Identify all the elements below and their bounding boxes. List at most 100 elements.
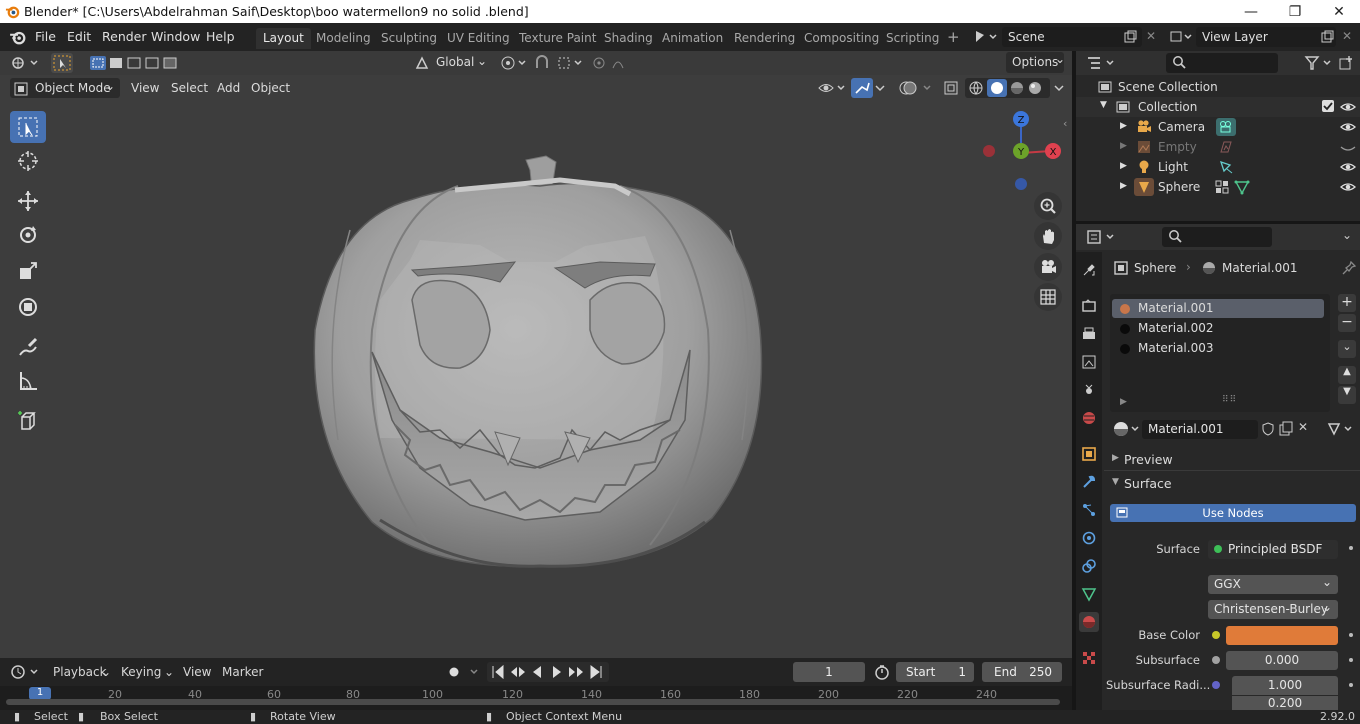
transform-orientation-dropdown[interactable]: Global (436, 55, 474, 69)
subsurface-method-dropdown[interactable]: Christensen-Burley ⌄ (1208, 600, 1338, 619)
menu-window[interactable]: Window (151, 29, 200, 44)
move-slot-up-icon[interactable]: ▲ (1338, 366, 1356, 384)
stopwatch-icon[interactable] (874, 664, 890, 680)
selection-mode-icons[interactable] (88, 54, 184, 72)
properties-panel[interactable]: ⌄ Sphere › Material.001 Material.001 Mat… (1076, 224, 1360, 710)
subsurface-radius-x-field[interactable]: 1.000 (1232, 676, 1338, 695)
socket-link-icon[interactable] (1349, 658, 1353, 662)
tab-uv-editing[interactable]: UV Editing (440, 28, 517, 49)
pan-view-button[interactable] (1034, 222, 1062, 250)
annotate-tool-button[interactable] (10, 331, 46, 363)
material-slot-item[interactable]: Material.003 (1112, 339, 1324, 358)
remove-slot-button[interactable]: − (1338, 314, 1356, 332)
scene-field[interactable]: Scene (1002, 27, 1142, 47)
view-layer-field[interactable]: View Layer (1196, 27, 1336, 47)
navigation-gizmo[interactable]: Z Y X (978, 107, 1068, 197)
shading-chevron-icon[interactable] (1052, 80, 1066, 96)
move-slot-down-icon[interactable]: ▼ (1338, 386, 1356, 404)
playback-controls[interactable] (487, 662, 609, 682)
pumpkin-mesh[interactable] (300, 146, 780, 616)
vector-socket-icon[interactable] (1212, 681, 1220, 689)
list-expand-icon[interactable]: ▶ (1120, 397, 1127, 407)
fake-user-shield-icon[interactable] (1260, 421, 1276, 437)
zoom-view-button[interactable] (1034, 192, 1062, 220)
timeline-editor-type-icon[interactable] (10, 664, 40, 680)
particles-tab-icon[interactable] (1079, 500, 1099, 520)
render-tab-icon[interactable] (1079, 296, 1099, 316)
camera-data-icon[interactable] (1216, 118, 1236, 136)
expand-arrow-icon[interactable]: ▼ (1112, 477, 1119, 487)
editor-type-icon[interactable] (10, 55, 40, 71)
outliner-camera-row[interactable]: ▶ Camera (1076, 117, 1360, 137)
timeline-menu-view[interactable]: View (183, 665, 211, 679)
world-tab-icon[interactable] (1079, 408, 1099, 428)
menu-help[interactable]: Help (206, 29, 235, 44)
properties-options-chevron-icon[interactable]: ⌄ (1342, 228, 1352, 242)
expand-arrow-icon[interactable]: ▶ (1120, 161, 1127, 171)
expand-arrow-icon[interactable]: ▼ (1100, 100, 1107, 110)
use-nodes-button[interactable]: Use Nodes (1110, 504, 1356, 522)
close-window-button[interactable]: ✕ (1316, 0, 1360, 23)
modifier-icon[interactable] (1214, 179, 1230, 195)
timeline-menu-marker[interactable]: Marker (222, 665, 263, 679)
timeline-menu-keying[interactable]: Keying (121, 665, 161, 679)
duplicate-material-icon[interactable] (1278, 421, 1294, 437)
socket-link-icon[interactable] (1349, 546, 1353, 550)
minimize-button[interactable]: — (1228, 0, 1274, 23)
tab-animation[interactable]: Animation (655, 28, 730, 49)
eye-icon[interactable] (1340, 100, 1356, 114)
socket-link-icon[interactable] (1349, 683, 1353, 687)
texture-tab-icon[interactable] (1079, 648, 1099, 668)
maximize-button[interactable]: ❐ (1272, 0, 1318, 23)
browse-material-icon[interactable] (1112, 420, 1142, 438)
menu-file[interactable]: File (35, 29, 56, 44)
frame-start-field[interactable]: Start 1 (896, 662, 974, 682)
physics-tab-icon[interactable] (1079, 528, 1099, 548)
distribution-dropdown[interactable]: GGX ⌄ (1208, 575, 1338, 594)
3d-viewport[interactable]: Global ⌄ Options ⌄ Object Mode ⌄ View Se… (0, 51, 1072, 658)
eye-icon[interactable] (1340, 180, 1356, 194)
add-workspace-button[interactable]: + (940, 28, 967, 49)
shading-modes[interactable] (965, 78, 1050, 98)
chevron-down-icon[interactable]: ⌄ (477, 54, 487, 68)
modifier-tab-icon[interactable] (1079, 472, 1099, 492)
current-frame-field[interactable]: 1 (793, 662, 865, 682)
scale-tool-button[interactable] (10, 255, 46, 287)
add-slot-button[interactable]: + (1338, 294, 1356, 312)
socket-link-icon[interactable] (1349, 633, 1353, 637)
expand-arrow-icon[interactable]: ▶ (1120, 141, 1127, 151)
outliner-sphere-row[interactable]: ▶ Sphere (1076, 177, 1360, 197)
gizmo-chevron-icon[interactable] (873, 79, 887, 97)
filter-icon[interactable] (1304, 55, 1334, 71)
expand-arrow-icon[interactable]: ▶ (1120, 181, 1127, 191)
output-tab-icon[interactable] (1079, 324, 1099, 344)
tab-sculpting[interactable]: Sculpting (374, 28, 444, 49)
tab-shading[interactable]: Shading (597, 28, 660, 49)
link-mode-icon[interactable] (1326, 420, 1356, 438)
tab-compositing[interactable]: Compositing (797, 28, 886, 49)
menu-edit[interactable]: Edit (67, 29, 91, 44)
slot-specials-chevron-icon[interactable]: ⌄ (1338, 340, 1356, 358)
tool-tab-icon[interactable] (1079, 260, 1099, 280)
remove-view-layer-icon[interactable]: ✕ (1342, 29, 1352, 43)
outliner-collection-row[interactable]: ▼ Collection (1076, 97, 1360, 117)
scene-tab-icon[interactable] (1079, 380, 1099, 400)
pivot-point-icon[interactable] (499, 54, 529, 72)
options-chevron-icon[interactable]: ⌄ (1055, 52, 1065, 66)
transform-orientation-icon[interactable] (414, 55, 430, 71)
mesh-data-icon[interactable] (1234, 179, 1250, 195)
rotate-tool-button[interactable] (10, 219, 46, 251)
view-layer-icon[interactable] (1168, 28, 1194, 46)
surface-shader-field[interactable]: Principled BSDF (1208, 540, 1338, 559)
select-tool-icon[interactable] (51, 53, 73, 73)
expand-arrow-icon[interactable]: ▶ (1120, 121, 1127, 131)
view-layer-tab-icon[interactable] (1079, 352, 1099, 372)
snap-icon[interactable] (533, 54, 585, 72)
outliner-editor-type-icon[interactable] (1086, 55, 1116, 71)
new-scene-icon[interactable] (1123, 30, 1137, 44)
timeline-editor[interactable]: Playback ⌄ Keying ⌄ View Marker 1 Start … (0, 658, 1072, 710)
camera-view-button[interactable] (1034, 253, 1062, 281)
menu-select[interactable]: Select (171, 81, 208, 95)
select-box-tool-button[interactable] (10, 111, 46, 143)
eye-icon[interactable] (1340, 160, 1356, 174)
